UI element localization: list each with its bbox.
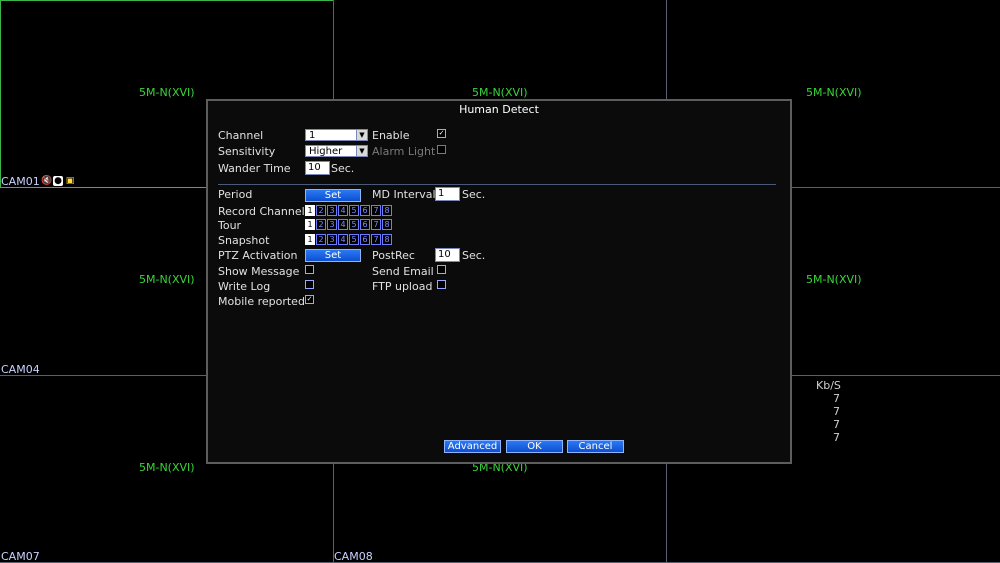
write-log-label: Write Log xyxy=(218,280,271,293)
channel-toggle-2[interactable]: 2 xyxy=(316,234,326,245)
md-interval-label: MD Interval xyxy=(372,188,436,201)
send-email-label: Send Email xyxy=(372,265,434,278)
ok-button[interactable]: OK xyxy=(506,440,563,453)
channel-toggle-2[interactable]: 2 xyxy=(316,219,326,230)
channel-toggle-8[interactable]: 8 xyxy=(382,205,392,216)
period-set-button[interactable]: Set xyxy=(305,189,361,202)
channel-toggle-1[interactable]: 1 xyxy=(305,234,315,245)
cam-status-icons: 🔇 ● ▣ xyxy=(41,176,75,186)
channel-toggle-4[interactable]: 4 xyxy=(338,234,348,245)
dialog-title: Human Detect xyxy=(459,103,539,116)
stream-label: 5M-N(XVI) xyxy=(139,86,195,99)
wander-time-unit: Sec. xyxy=(331,162,355,175)
stream-label: 5M-N(XVI) xyxy=(139,461,195,474)
wander-time-input[interactable]: 10 xyxy=(305,161,330,175)
channel-toggle-3[interactable]: 3 xyxy=(327,234,337,245)
channel-toggle-4[interactable]: 4 xyxy=(338,219,348,230)
ptz-set-button[interactable]: Set xyxy=(305,249,361,262)
camera-icon: ● xyxy=(53,176,63,186)
snapshot-channel-picker: 12345678 xyxy=(305,234,392,245)
snapshot-label: Snapshot xyxy=(218,234,270,247)
alarm-light-label: Alarm Light xyxy=(372,145,436,158)
human-detect-dialog: Human Detect Channel 1 ▼ Enable ✓ Sensit… xyxy=(206,99,792,464)
show-message-checkbox[interactable] xyxy=(305,265,314,274)
bitrate-value: 7 xyxy=(833,418,840,431)
show-message-label: Show Message xyxy=(218,265,300,278)
cancel-button[interactable]: Cancel xyxy=(567,440,624,453)
advanced-button[interactable]: Advanced xyxy=(444,440,501,453)
mute-icon: 🔇 xyxy=(41,176,53,186)
send-email-checkbox[interactable] xyxy=(437,265,446,274)
postrec-input[interactable]: 10 xyxy=(435,248,460,262)
chevron-down-icon: ▼ xyxy=(356,146,367,156)
channel-toggle-1[interactable]: 1 xyxy=(305,205,315,216)
grid-divider xyxy=(0,0,334,1)
channel-select[interactable]: 1 ▼ xyxy=(305,129,368,141)
ptz-activation-label: PTZ Activation xyxy=(218,249,298,262)
stream-label: 5M-N(XVI) xyxy=(806,86,862,99)
channel-toggle-5[interactable]: 5 xyxy=(349,219,359,230)
channel-toggle-3[interactable]: 3 xyxy=(327,219,337,230)
record-icon: ▣ xyxy=(65,176,75,186)
channel-toggle-8[interactable]: 8 xyxy=(382,234,392,245)
postrec-unit: Sec. xyxy=(462,249,486,262)
bitrate-header: Kb/S xyxy=(816,379,841,392)
bitrate-value: 7 xyxy=(833,431,840,444)
bitrate-value: 7 xyxy=(833,392,840,405)
channel-toggle-2[interactable]: 2 xyxy=(316,205,326,216)
section-divider xyxy=(218,184,776,185)
write-log-checkbox[interactable] xyxy=(305,280,314,289)
md-interval-unit: Sec. xyxy=(462,188,486,201)
sensitivity-label: Sensitivity xyxy=(218,145,276,158)
tour-label: Tour xyxy=(218,219,242,232)
mobile-reported-checkbox[interactable]: ✓ xyxy=(305,295,314,304)
wander-time-label: Wander Time xyxy=(218,162,291,175)
channel-toggle-5[interactable]: 5 xyxy=(349,234,359,245)
md-interval-input[interactable]: 1 xyxy=(435,187,460,201)
channel-toggle-6[interactable]: 6 xyxy=(360,205,370,216)
channel-toggle-5[interactable]: 5 xyxy=(349,205,359,216)
channel-toggle-1[interactable]: 1 xyxy=(305,219,315,230)
stream-label: 5M-N(XVI) xyxy=(472,86,528,99)
channel-toggle-7[interactable]: 7 xyxy=(371,219,381,230)
channel-toggle-4[interactable]: 4 xyxy=(338,205,348,216)
period-label: Period xyxy=(218,188,253,201)
enable-checkbox[interactable]: ✓ xyxy=(437,129,446,138)
mobile-reported-label: Mobile reported xyxy=(218,295,305,308)
stream-label: 5M-N(XVI) xyxy=(139,273,195,286)
ftp-upload-label: FTP upload xyxy=(372,280,433,293)
ftp-upload-checkbox[interactable] xyxy=(437,280,446,289)
record-channel-picker: 12345678 xyxy=(305,205,392,216)
channel-toggle-7[interactable]: 7 xyxy=(371,205,381,216)
channel-toggle-3[interactable]: 3 xyxy=(327,205,337,216)
channel-toggle-7[interactable]: 7 xyxy=(371,234,381,245)
channel-toggle-6[interactable]: 6 xyxy=(360,219,370,230)
alarm-light-checkbox[interactable] xyxy=(437,145,446,154)
bitrate-panel: Kb/S 7 7 7 7 xyxy=(816,379,841,444)
channel-toggle-8[interactable]: 8 xyxy=(382,219,392,230)
cam-name: CAM01 xyxy=(1,175,40,188)
record-channel-label: Record Channel xyxy=(218,205,305,218)
cam-name: CAM04 xyxy=(1,363,40,376)
stream-label: 5M-N(XVI) xyxy=(806,273,862,286)
cam-name: CAM07 xyxy=(1,550,40,563)
cam-name: CAM08 xyxy=(334,550,373,563)
bitrate-value: 7 xyxy=(833,405,840,418)
channel-toggle-6[interactable]: 6 xyxy=(360,234,370,245)
tour-channel-picker: 12345678 xyxy=(305,219,392,230)
grid-divider xyxy=(0,0,1,187)
sensitivity-select[interactable]: Higher ▼ xyxy=(305,145,368,157)
postrec-label: PostRec xyxy=(372,249,415,262)
enable-label: Enable xyxy=(372,129,410,142)
channel-label: Channel xyxy=(218,129,264,142)
chevron-down-icon: ▼ xyxy=(356,130,367,140)
